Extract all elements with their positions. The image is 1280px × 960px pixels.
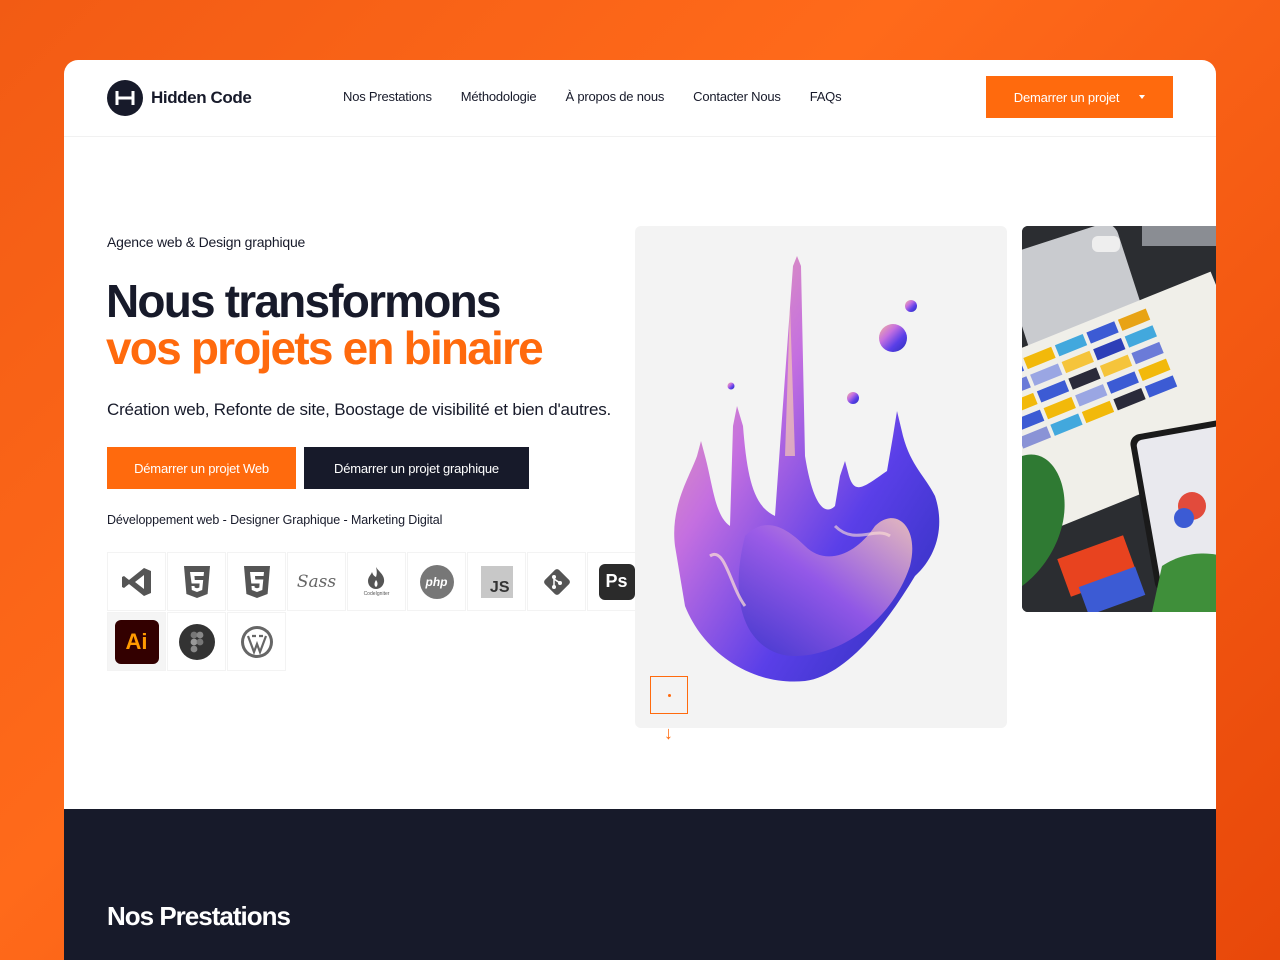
hero-image-design-desk <box>1022 226 1216 612</box>
hero-eyebrow: Agence web & Design graphique <box>107 234 306 250</box>
hero-image-liquid-splash <box>635 226 1007 728</box>
start-project-button[interactable]: Demarrer un projet <box>986 76 1173 118</box>
start-graphic-project-button[interactable]: Démarrer un projet graphique <box>304 447 529 489</box>
git-icon <box>527 552 586 611</box>
services-tagline: Développement web - Designer Graphique -… <box>107 513 443 527</box>
arrow-down-icon: ↓ <box>664 723 673 743</box>
brand-logo[interactable]: Hidden Code <box>107 80 252 116</box>
javascript-icon: JS <box>467 552 526 611</box>
nav-item-faqs[interactable]: FAQs <box>810 89 842 104</box>
codeigniter-icon: CodeIgniter <box>347 552 406 611</box>
services-section-title: Nos Prestations <box>107 901 291 931</box>
html5-icon <box>167 552 226 611</box>
hero-subtitle: Création web, Refonte de site, Boostage … <box>107 400 612 419</box>
scroll-down-button[interactable] <box>650 676 688 714</box>
sass-icon: Sass <box>287 552 346 611</box>
nav-item-a-propos[interactable]: À propos de nous <box>565 89 664 104</box>
vscode-icon <box>107 552 166 611</box>
start-project-label: Demarrer un projet <box>1013 89 1120 105</box>
hero-title: Nous transformons vos projets en binaire <box>106 275 544 374</box>
sass-label: Sass <box>296 571 337 592</box>
logo-mark-icon <box>107 80 143 116</box>
nav-item-methodologie[interactable]: Méthodologie <box>461 89 537 104</box>
main-menu: Nos Prestations Méthodologie À propos de… <box>343 89 842 104</box>
php-label: php <box>425 574 448 589</box>
nav-item-prestations[interactable]: Nos Prestations <box>343 89 432 104</box>
scroll-dot-icon <box>668 694 671 697</box>
js-label: JS <box>489 578 510 596</box>
chevron-down-icon <box>1139 95 1146 99</box>
top-navbar: Hidden Code Nos Prestations Méthodologie… <box>64 60 1216 137</box>
start-web-project-button[interactable]: Démarrer un projet Web <box>107 447 296 489</box>
brand-name: Hidden Code <box>151 88 252 107</box>
ps-label: Ps <box>605 571 628 591</box>
figma-icon <box>167 612 226 671</box>
php-icon: php <box>407 552 466 611</box>
codeigniter-label: CodeIgniter <box>363 591 390 597</box>
nav-item-contact[interactable]: Contacter Nous <box>693 89 781 104</box>
hero-title-line1: Nous transformons <box>106 275 501 327</box>
css3-icon <box>227 552 286 611</box>
wordpress-icon <box>227 612 286 671</box>
ai-label: Ai <box>125 628 148 654</box>
services-section: Nos Prestations <box>64 809 1216 960</box>
illustrator-icon: Ai <box>107 612 166 671</box>
browser-window: Hidden Code Nos Prestations Méthodologie… <box>64 60 1216 960</box>
hero-title-line2: vos projets en binaire <box>106 322 544 374</box>
